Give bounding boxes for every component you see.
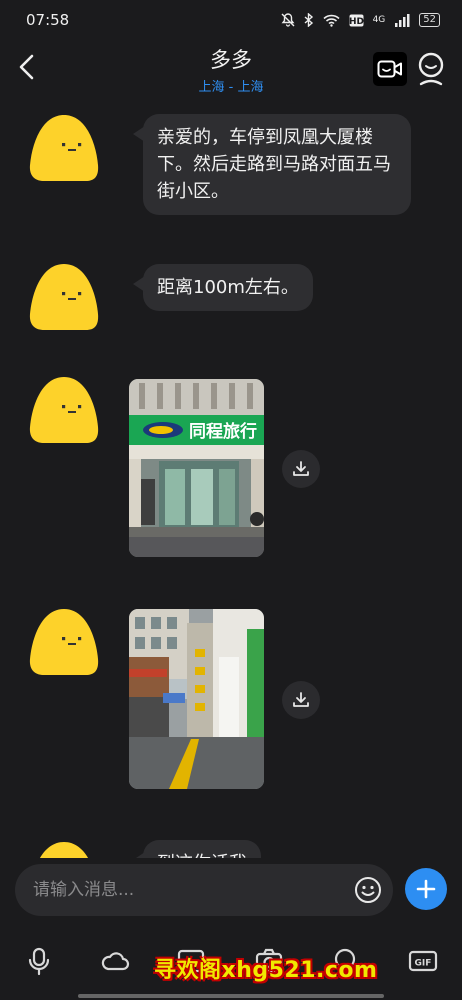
- store-sign-text: 同程旅行: [189, 421, 257, 442]
- status-bar: 07:58 HD 4G 52: [0, 0, 462, 40]
- download-button[interactable]: [282, 450, 320, 488]
- watermark-text: 寻欢阁xhg521.com: [154, 958, 378, 983]
- avatar[interactable]: [28, 840, 100, 858]
- photo-message-storefront[interactable]: 同程旅行: [129, 379, 264, 557]
- message-input[interactable]: [15, 864, 393, 916]
- status-time: 07:58: [26, 11, 70, 29]
- storefront-photo: 同程旅行: [129, 379, 264, 557]
- wifi-icon: [323, 14, 340, 27]
- svg-text:GIF: GIF: [415, 959, 432, 969]
- video-call-button[interactable]: [373, 52, 407, 86]
- status-icons: HD 4G 52: [281, 13, 440, 27]
- plus-icon: [416, 879, 436, 899]
- photo-message-alley[interactable]: [129, 609, 264, 789]
- alley-photo: [129, 609, 264, 789]
- home-indicator[interactable]: [78, 994, 384, 998]
- avatar[interactable]: [28, 113, 100, 183]
- message-bubble[interactable]: 到这你话我: [133, 840, 261, 858]
- message-bubble[interactable]: 亲爱的，车停到凤凰大厦楼下。然后走路到马路对面五马街小区。: [133, 114, 411, 215]
- avatar[interactable]: [28, 607, 100, 677]
- svg-text:HD: HD: [349, 17, 364, 27]
- gif-icon[interactable]: GIF: [408, 946, 438, 976]
- cloud-icon[interactable]: [100, 946, 130, 976]
- download-icon: [293, 461, 309, 476]
- microphone-icon[interactable]: [24, 946, 54, 976]
- avatar[interactable]: [28, 375, 100, 445]
- profile-icon[interactable]: [415, 51, 447, 87]
- message-composer: [0, 860, 462, 920]
- hd-icon: HD: [349, 14, 364, 27]
- video-camera-icon: [377, 60, 402, 78]
- battery-indicator: 52: [419, 13, 440, 27]
- download-icon: [293, 692, 309, 707]
- avatar[interactable]: [28, 262, 100, 332]
- bluetooth-icon: [304, 13, 313, 27]
- message-list[interactable]: 亲爱的，车停到凤凰大厦楼下。然后走路到马路对面五马街小区。 距离100m左右。 …: [0, 98, 462, 858]
- add-attachment-button[interactable]: [405, 868, 447, 910]
- signal-icon: [395, 13, 410, 27]
- network-label: 4G: [372, 14, 386, 25]
- chat-header: 多多 上海 - 上海: [0, 40, 462, 98]
- message-bubble[interactable]: 距离100m左右。: [133, 264, 313, 311]
- mute-icon: [281, 13, 295, 27]
- download-button[interactable]: [282, 681, 320, 719]
- emoji-icon[interactable]: [354, 876, 382, 904]
